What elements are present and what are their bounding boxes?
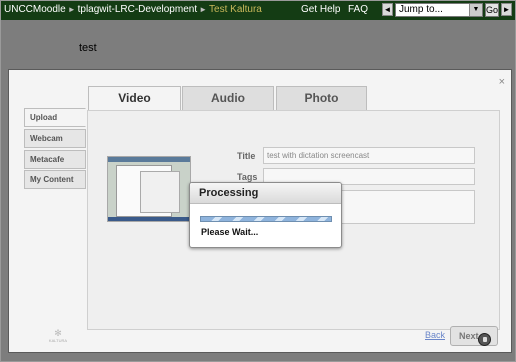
kaltura-logo-text: KALTURA [48,338,68,343]
video-thumbnail [107,156,191,222]
jump-to-value: Jump to... [399,4,443,15]
tab-audio[interactable]: Audio [182,86,274,110]
source-metacafe[interactable]: Metacafe [24,150,86,169]
processing-message: Please Wait... [201,227,259,237]
breadcrumb-link-course[interactable]: tplagwit-LRC-Development [78,4,198,15]
kaltura-logo-icon: ✻ [54,328,62,338]
faq-link[interactable]: FAQ [348,4,368,15]
chevron-down-icon: ▼ [469,4,482,16]
jump-to-select[interactable]: Jump to... ▼ [395,3,483,17]
processing-title: Processing [190,183,341,204]
tags-label: Tags [237,172,258,182]
breadcrumb: UNCCMoodle ► tplagwit-LRC-Development ► Test… [4,4,262,15]
progress-bar [200,216,332,222]
next-button[interactable]: Next [450,326,498,346]
close-icon[interactable]: × [499,76,505,88]
window: UNCCMoodle ► tplagwit-LRC-Development ► Test… [0,0,516,362]
back-link[interactable]: Back [425,330,445,340]
title-label: Title [237,151,256,161]
breadcrumb-current: Test Kaltura [209,4,262,15]
arrow-left-icon: ◄ [383,5,392,14]
tab-video[interactable]: Video [88,86,181,111]
source-upload[interactable]: Upload [24,108,86,127]
next-activity-button[interactable]: ► [501,3,512,16]
source-webcam[interactable]: Webcam [24,129,86,148]
title-field[interactable]: test with dictation screencast [263,147,475,164]
get-help-link[interactable]: Get Help [301,4,340,15]
breadcrumb-separator-icon: ► [67,5,76,14]
prev-activity-button[interactable]: ◄ [382,3,393,16]
processing-dialog: Processing Please Wait... [189,182,342,248]
kaltura-logo: ✻ KALTURA [46,328,70,343]
tab-photo[interactable]: Photo [276,86,367,110]
breadcrumb-separator-icon: ► [199,5,208,14]
breadcrumb-link-home[interactable]: UNCCMoodle [4,4,66,15]
page-body-text: test [79,42,97,54]
arrow-right-icon: ► [502,5,511,14]
top-nav-bar: UNCCMoodle ► tplagwit-LRC-Development ► Test… [1,1,515,20]
go-button[interactable]: Go [485,3,499,17]
busy-cursor-icon [478,333,491,346]
source-my-content[interactable]: My Content [24,170,86,189]
